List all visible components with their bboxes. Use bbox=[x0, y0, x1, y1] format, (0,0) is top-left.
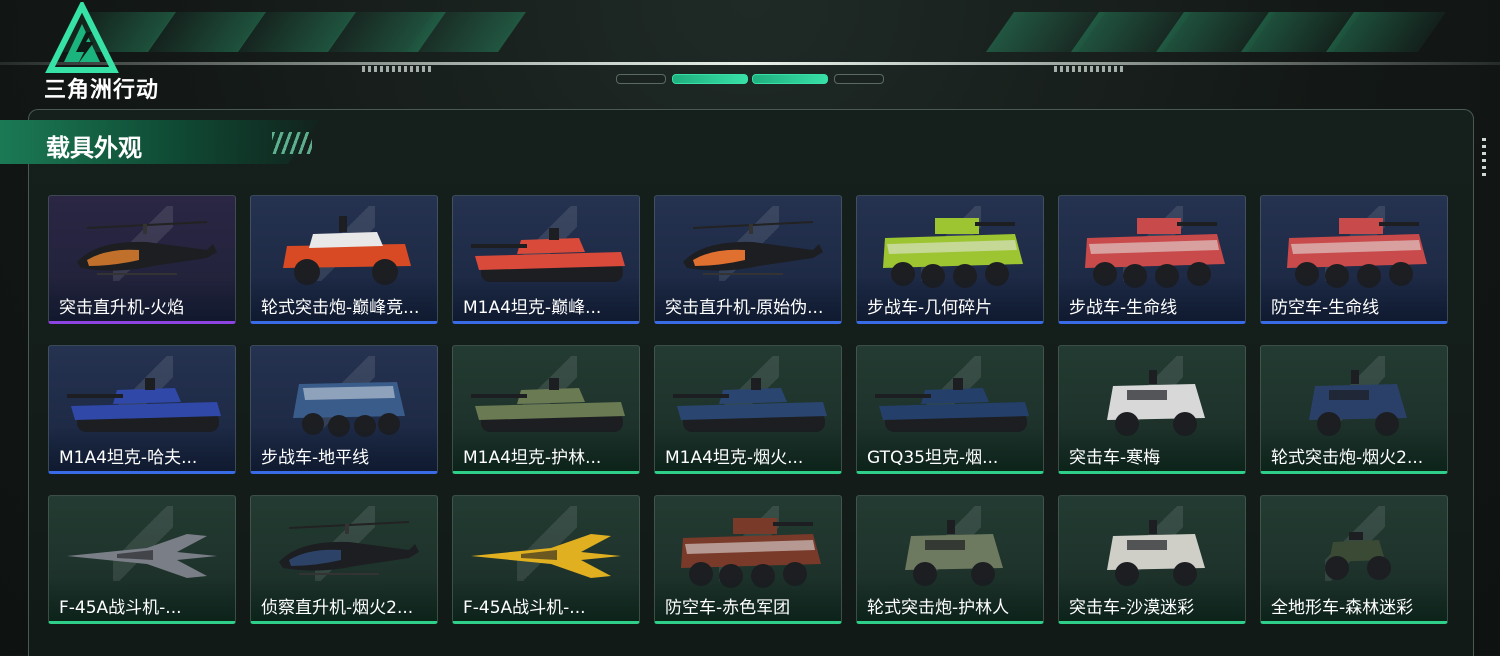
vehicle-skin-card[interactable]: 侦察直升机-烟火2... bbox=[250, 495, 438, 624]
vehicle-skin-name: 侦察直升机-烟火2... bbox=[261, 598, 414, 618]
page-indicator bbox=[612, 72, 888, 84]
vehicle-skin-card[interactable]: F-45A战斗机-... bbox=[452, 495, 640, 624]
vehicle-skin-name: M1A4坦克-巅峰... bbox=[463, 298, 602, 318]
vehicle-skin-name: M1A4坦克-哈夫... bbox=[59, 448, 198, 468]
brand-logo-text: 三角洲行动 bbox=[44, 78, 160, 103]
vehicle-skin-name: 防空车-生命线 bbox=[1271, 298, 1380, 318]
vehicle-skin-name: 突击车-寒梅 bbox=[1069, 448, 1161, 468]
header-ticks bbox=[1054, 66, 1124, 72]
indicator-segment bbox=[834, 74, 884, 84]
vehicle-skin-name: 轮式突击炮-巅峰竞... bbox=[261, 298, 420, 318]
vehicle-skin-card[interactable]: M1A4坦克-烟火... bbox=[654, 345, 842, 474]
vehicle-skin-name: 轮式突击炮-烟火2... bbox=[1271, 448, 1424, 468]
vehicle-skin-name: M1A4坦克-护林... bbox=[463, 448, 602, 468]
vehicle-skin-name: 突击直升机-火焰 bbox=[59, 298, 185, 318]
vehicle-skin-card[interactable]: 步战车-地平线 bbox=[250, 345, 438, 474]
vehicle-skin-name: 全地形车-森林迷彩 bbox=[1271, 598, 1414, 618]
vehicle-skin-card[interactable]: M1A4坦克-哈夫... bbox=[48, 345, 236, 474]
vehicle-skin-name: F-45A战斗机-... bbox=[59, 598, 182, 618]
indicator-segment bbox=[616, 74, 666, 84]
header-divider-line bbox=[0, 62, 1500, 65]
vehicle-skin-name: 步战车-生命线 bbox=[1069, 298, 1178, 318]
vehicle-skin-name: F-45A战斗机-... bbox=[463, 598, 586, 618]
header-ticks bbox=[362, 66, 432, 72]
vehicle-skin-card[interactable]: 防空车-生命线 bbox=[1260, 195, 1448, 324]
vehicle-skin-name: 防空车-赤色军团 bbox=[665, 598, 791, 618]
scroll-indicator[interactable] bbox=[1482, 138, 1486, 180]
vehicle-skin-card[interactable]: F-45A战斗机-... bbox=[48, 495, 236, 624]
section-header: 载具外观 bbox=[0, 120, 330, 170]
vehicle-skin-card[interactable]: 全地形车-森林迷彩 bbox=[1260, 495, 1448, 624]
vehicle-skin-card[interactable]: 防空车-赤色军团 bbox=[654, 495, 842, 624]
vehicle-skin-card[interactable]: M1A4坦克-护林... bbox=[452, 345, 640, 474]
top-header: 三角洲行动 bbox=[0, 0, 1500, 103]
vehicle-skin-card[interactable]: 突击直升机-火焰 bbox=[48, 195, 236, 324]
vehicle-skin-card[interactable]: 轮式突击炮-护林人 bbox=[856, 495, 1044, 624]
vehicle-skin-card[interactable]: 突击车-沙漠迷彩 bbox=[1058, 495, 1246, 624]
vehicle-skin-card[interactable]: 突击车-寒梅 bbox=[1058, 345, 1246, 474]
vehicle-skin-name: 突击直升机-原始伪... bbox=[665, 298, 824, 318]
section-title: 载具外观 bbox=[46, 134, 142, 162]
vehicle-skin-card[interactable]: 步战车-生命线 bbox=[1058, 195, 1246, 324]
vehicle-skin-card[interactable]: M1A4坦克-巅峰... bbox=[452, 195, 640, 324]
vehicle-skin-name: GTQ35坦克-烟... bbox=[867, 448, 999, 468]
vehicle-skin-name: 突击车-沙漠迷彩 bbox=[1069, 598, 1195, 618]
vehicle-skin-card[interactable]: 轮式突击炮-烟火2... bbox=[1260, 345, 1448, 474]
section-decoration bbox=[272, 132, 312, 154]
vehicle-skin-card[interactable]: 轮式突击炮-巅峰竞... bbox=[250, 195, 438, 324]
vehicle-skin-name: 轮式突击炮-护林人 bbox=[867, 598, 1010, 618]
vehicle-skin-name: M1A4坦克-烟火... bbox=[665, 448, 804, 468]
indicator-segment-active bbox=[752, 74, 828, 84]
vehicle-skin-card[interactable]: GTQ35坦克-烟... bbox=[856, 345, 1044, 474]
vehicle-skin-name: 步战车-地平线 bbox=[261, 448, 370, 468]
vehicle-skin-card[interactable]: 突击直升机-原始伪... bbox=[654, 195, 842, 324]
vehicle-skin-name: 步战车-几何碎片 bbox=[867, 298, 993, 318]
indicator-segment-active bbox=[672, 74, 748, 84]
vehicle-skin-card[interactable]: 步战车-几何碎片 bbox=[856, 195, 1044, 324]
